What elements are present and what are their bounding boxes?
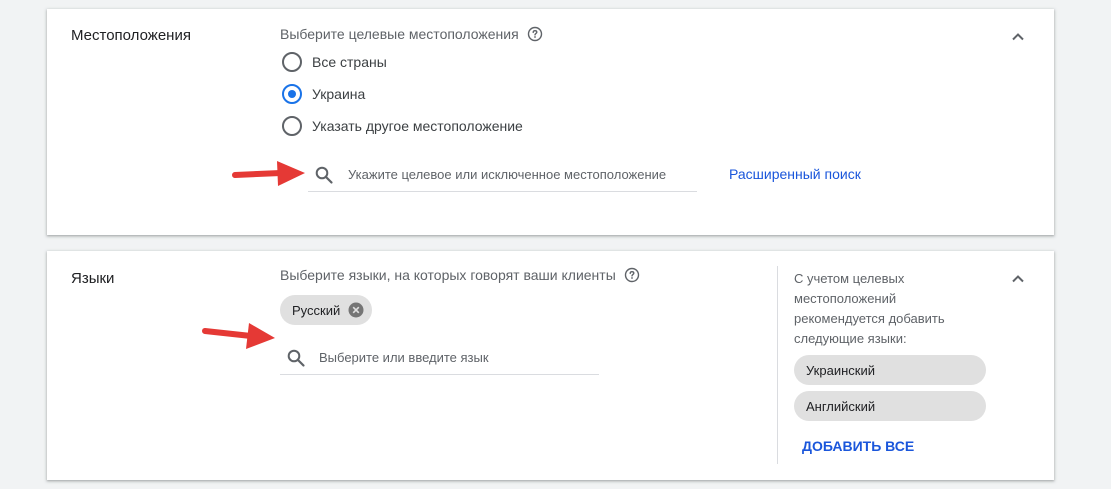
advanced-search-link[interactable]: Расширенный поиск [729,166,861,182]
vertical-divider [777,266,778,464]
languages-title: Языки [71,270,115,287]
search-icon [315,166,333,184]
language-search-field[interactable] [280,341,599,375]
language-search-input[interactable] [319,350,599,365]
location-search-input[interactable] [348,167,697,182]
selected-language-chip: Русский [280,295,373,325]
locations-card: Местоположения Выберите целевые местопол… [47,9,1054,235]
chevron-up-icon[interactable] [1006,267,1030,291]
radio-all-countries[interactable]: Все страны [282,52,387,72]
languages-prompt-text: Выберите языки, на которых говорят ваши … [280,267,616,283]
close-circle-icon[interactable] [348,302,364,318]
red-arrow-icon [202,323,275,349]
add-all-button[interactable]: ДОБАВИТЬ ВСЕ [802,438,914,454]
chip-label: Русский [292,302,341,318]
radio-button-checked[interactable] [282,84,302,104]
location-search-field[interactable] [308,158,697,192]
locations-prompt-text: Выберите целевые местоположения [280,26,519,42]
red-arrow-icon [232,161,305,186]
chip-label: Английский [806,398,876,414]
radio-ukraine[interactable]: Украина [282,84,365,104]
languages-card: Языки Выберите языки, на которых говорят… [47,251,1054,480]
locations-title: Местоположения [71,27,191,44]
help-circle-icon[interactable] [624,267,640,283]
suggested-language-chip[interactable]: Украинский [794,355,986,385]
radio-label: Все страны [312,54,387,70]
search-icon [287,349,305,367]
suggested-language-chip[interactable]: Английский [794,391,986,421]
radio-button[interactable] [282,52,302,72]
languages-prompt: Выберите языки, на которых говорят ваши … [280,267,640,283]
chevron-up-icon[interactable] [1006,25,1030,49]
radio-label: Украина [312,86,366,102]
radio-other-location[interactable]: Указать другое местоположение [282,116,523,136]
locations-prompt: Выберите целевые местоположения [280,26,543,42]
help-circle-icon[interactable] [527,26,543,42]
language-recommendation-text: С учетом целевых местоположений рекоменд… [794,271,945,346]
radio-label: Указать другое местоположение [312,118,523,134]
chip-label: Украинский [806,362,875,378]
radio-button[interactable] [282,116,302,136]
